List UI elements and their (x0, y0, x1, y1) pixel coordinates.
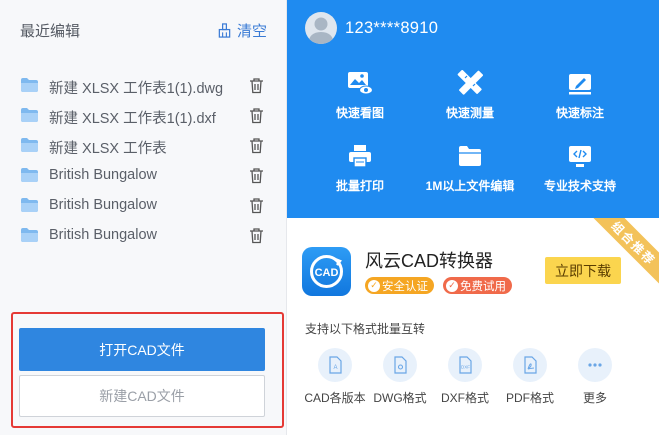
badge-label: 安全认证 (382, 280, 428, 293)
format-label: DWG格式 (373, 391, 427, 405)
check-icon: ✓ (446, 279, 458, 292)
format-label: PDF格式 (505, 391, 554, 405)
feature-label: 1M以上文件编辑 (425, 179, 515, 193)
dxf-tag: DXF (461, 365, 470, 370)
feature-label: 快速测量 (445, 106, 494, 120)
user-icon (308, 17, 334, 44)
recent-file-row[interactable]: 新建 XLSX 工作表1(1).dwg (0, 71, 287, 101)
folder-icon (21, 198, 38, 212)
format-label: DXF格式 (440, 391, 489, 405)
image-eye-icon (348, 72, 373, 95)
badge-label: 免费试用 (460, 280, 506, 293)
clear-label: 清空 (237, 23, 268, 40)
app-name: 风云CAD转换器 (365, 251, 494, 271)
recent-panel: 最近编辑 清空 新建 XLSX 工作表1(1).dwg 新建 XLSX 工作表1… (0, 0, 287, 435)
format-dwg[interactable]: DWG格式 (365, 348, 435, 406)
format-circle: DXF (448, 348, 482, 382)
account-panel: 123****8910 快速看图 快速测量 快速标注 批量打印 1M以上文件编辑… (287, 0, 659, 218)
recent-file-list: 新建 XLSX 工作表1(1).dwg 新建 XLSX 工作表1(1).dxf … (0, 71, 287, 251)
file-name: British Bungalow (49, 167, 157, 183)
promo-panel: 组合推荐 CAD 风云CAD转换器 ✓ 安全认证 ✓ 免费试用 立即下载 支持以… (287, 218, 659, 435)
broom-icon (218, 23, 231, 38)
cad-converter-logo-icon: CAD (310, 255, 343, 288)
clear-button[interactable]: 清空 (217, 20, 267, 41)
annotate-pen-icon (569, 74, 591, 95)
dxf-file-icon: DXF (459, 356, 472, 374)
file-name: British Bungalow (49, 197, 157, 213)
logo-text: CAD (315, 267, 339, 279)
feature-label: 快速看图 (335, 106, 384, 120)
recent-file-row[interactable]: British Bungalow (0, 221, 287, 251)
feature-label: 专业技术支持 (543, 179, 616, 193)
feature-large-file-edit[interactable]: 1M以上文件编辑 (415, 143, 525, 194)
free-trial-badge: ✓ 免费试用 (443, 277, 512, 294)
dwg-file-icon (394, 356, 407, 374)
recent-file-row[interactable]: 新建 XLSX 工作表1(1).dxf (0, 101, 287, 131)
trash-icon[interactable] (248, 77, 265, 94)
check-icon: ✓ (368, 279, 380, 292)
folder-icon (21, 168, 38, 182)
cad-file-icon: A (329, 356, 342, 374)
ruler-pencil-icon (457, 70, 483, 95)
feature-label: 快速标注 (555, 106, 604, 120)
format-label: CAD各版本 (304, 391, 366, 405)
feature-quick-measure[interactable]: 快速测量 (415, 70, 525, 121)
format-dxf[interactable]: DXF DXF格式 (430, 348, 500, 406)
format-circle (513, 348, 547, 382)
format-pdf[interactable]: PDF格式 (495, 348, 565, 406)
trash-icon[interactable] (248, 227, 265, 244)
file-name: 新建 XLSX 工作表 (49, 141, 167, 157)
trash-icon[interactable] (248, 167, 265, 184)
recent-file-row[interactable]: British Bungalow (0, 191, 287, 221)
format-circle: A (318, 348, 352, 382)
converter-app-logo: CAD (302, 247, 351, 296)
trash-icon[interactable] (248, 197, 265, 214)
folder-icon (21, 228, 38, 242)
feature-batch-print[interactable]: 批量打印 (305, 143, 415, 194)
support-text: 支持以下格式批量互转 (305, 322, 426, 336)
folder-icon (21, 78, 38, 92)
more-dots-icon (588, 363, 602, 367)
open-cad-button[interactable]: 打开CAD文件 (19, 328, 265, 371)
feature-quick-annotate[interactable]: 快速标注 (525, 70, 635, 121)
feature-tech-support[interactable]: 专业技术支持 (525, 143, 635, 194)
printer-icon (349, 145, 371, 168)
svg-text:A: A (333, 365, 337, 371)
folder-icon (21, 108, 38, 122)
format-circle (383, 348, 417, 382)
pdf-file-icon (524, 356, 537, 374)
avatar[interactable] (305, 12, 337, 44)
safe-certified-badge: ✓ 安全认证 (365, 277, 434, 294)
file-name: 新建 XLSX 工作表1(1).dxf (49, 111, 216, 127)
file-name: 新建 XLSX 工作表1(1).dwg (49, 81, 224, 97)
folder-icon (459, 146, 481, 166)
new-cad-button[interactable]: 新建CAD文件 (19, 375, 265, 417)
user-phone: 123****8910 (345, 19, 439, 37)
code-screen-icon (569, 146, 591, 167)
feature-quick-view[interactable]: 快速看图 (305, 70, 415, 121)
recent-title: 最近编辑 (20, 23, 81, 40)
trash-icon[interactable] (248, 107, 265, 124)
recent-file-row[interactable]: British Bungalow (0, 161, 287, 191)
trash-icon[interactable] (248, 137, 265, 154)
format-label: 更多 (582, 391, 607, 405)
download-now-button[interactable]: 立即下载 (545, 257, 621, 284)
recent-file-row[interactable]: 新建 XLSX 工作表 (0, 131, 287, 161)
folder-icon (21, 138, 38, 152)
format-more[interactable]: 更多 (560, 348, 630, 406)
file-name: British Bungalow (49, 227, 157, 243)
format-circle (578, 348, 612, 382)
feature-label: 批量打印 (335, 179, 384, 193)
format-cad-versions[interactable]: A CAD各版本 (300, 348, 370, 406)
